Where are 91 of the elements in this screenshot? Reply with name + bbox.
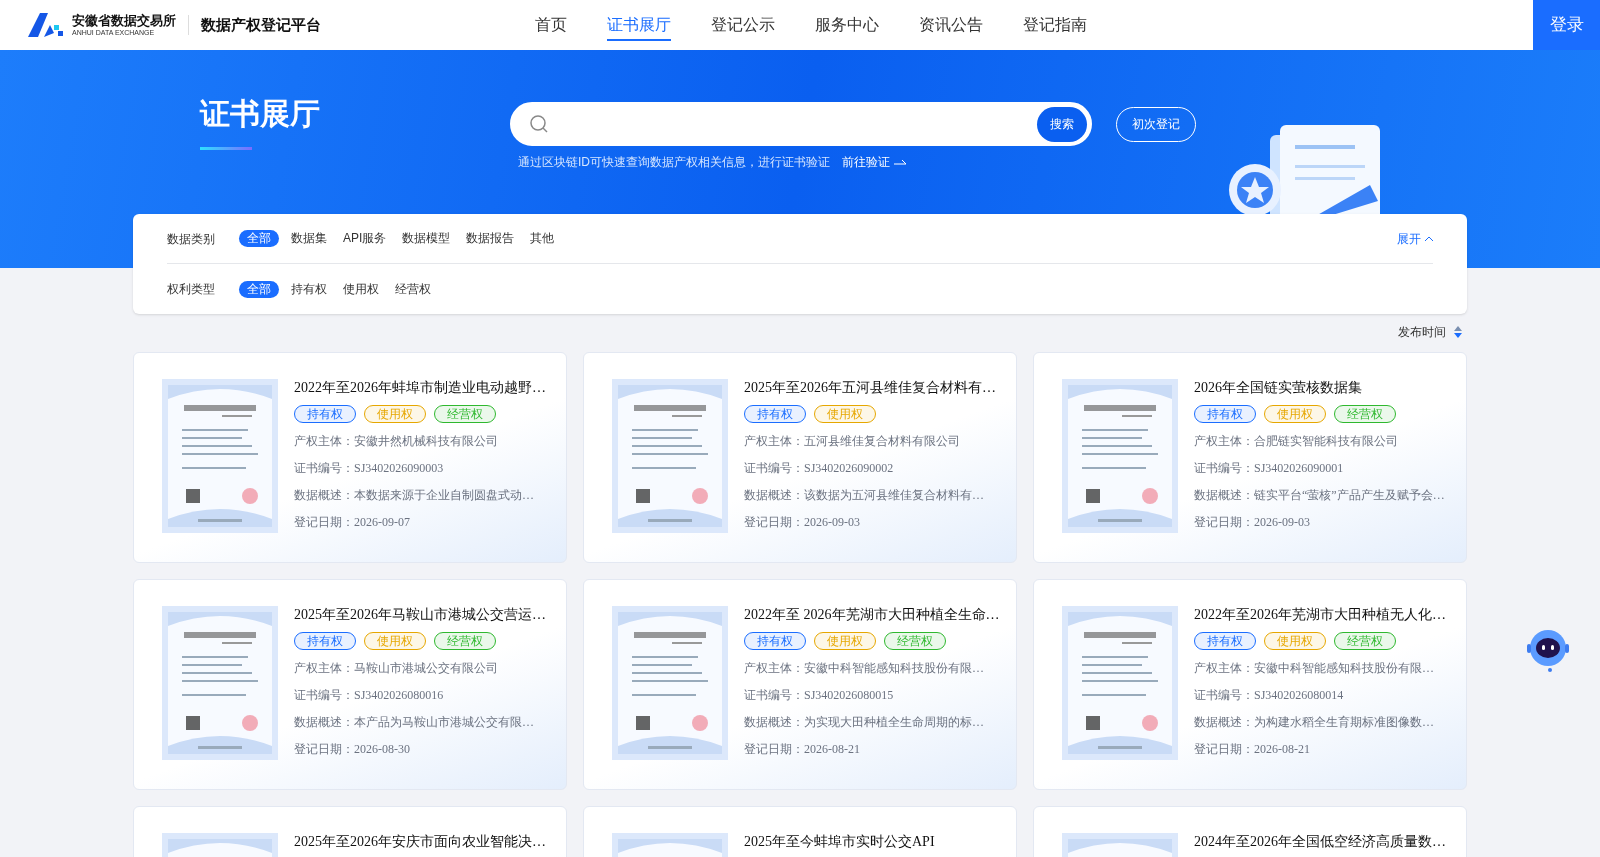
filter-option[interactable]: 其他	[526, 230, 559, 247]
card-info-text: 产权主体：五河县维佳复合材料有限公司	[744, 433, 961, 450]
logo-icon	[28, 13, 64, 37]
filter-option[interactable]: 数据模型	[398, 230, 455, 247]
card-info-text: 登记日期：2026-08-21	[744, 741, 861, 758]
card-title: 2026年全国链实萤核数据集	[1194, 379, 1363, 397]
chevron-up-icon	[1425, 236, 1433, 241]
login-button[interactable]: 登录	[1533, 0, 1600, 50]
certificate-card[interactable]: 2024年至2026年全国低空经济高质量数…	[1033, 806, 1467, 857]
right-tag: 使用权	[1264, 632, 1326, 650]
card-title: 2025年至2026年五河县维佳复合材料有…	[744, 379, 996, 397]
card-info-text: 产权主体：合肥链实智能科技有限公司	[1194, 433, 1399, 450]
filter-option[interactable]: 持有权	[287, 280, 331, 298]
card-info-text: 数据概述：本数据来源于企业自制圆盘式动…	[294, 487, 535, 504]
card-title: 2022年至 2026年芜湖市大田种植全生命…	[744, 606, 1000, 624]
nav-tab[interactable]: 登记指南	[1023, 13, 1087, 41]
card-title: 2022年至2026年芜湖市大田种植无人化…	[1194, 606, 1446, 624]
search-hint: 通过区块链ID可快速查询数据产权相关信息，进行证书验证	[518, 154, 830, 171]
right-tag: 经营权	[434, 405, 496, 423]
certificate-card[interactable]: 2025年至2026年安庆市面向农业智能决…	[133, 806, 567, 857]
filter-option[interactable]: 经营权	[391, 280, 435, 298]
platform-name: 数据产权登记平台	[201, 14, 321, 35]
certificate-card[interactable]: 2022年至2026年蚌埠市制造业电动越野… 持有权 使用权 经营权 产权主体：安徽井然机械科技有限公司 证书编号：SJ3402026090003 数据概述：本数据来源于企业自制圆盘式动… 登记日期：2026-09-07	[133, 352, 567, 563]
right-tag: 持有权	[744, 405, 806, 423]
card-info-text: 产权主体：马鞍山市港城公交有限公司	[294, 660, 499, 677]
card-info-text: 证书编号：SJ3402026090002	[744, 460, 895, 477]
card-title: 2024年至2026年全国低空经济高质量数…	[1194, 833, 1446, 851]
expand-button[interactable]: 展开	[1397, 229, 1433, 248]
card-title: 2022年至2026年蚌埠市制造业电动越野…	[294, 379, 546, 397]
nav-tab[interactable]: 资讯公告	[919, 13, 983, 41]
right-tag: 持有权	[744, 632, 806, 650]
card-info-text: 数据概述：该数据为五河县维佳复合材料有…	[744, 487, 985, 504]
right-tag: 持有权	[294, 405, 356, 423]
sort-icon	[1454, 326, 1462, 338]
card-info-text: 数据概述：为实现大田种植全生命周期的标…	[744, 714, 985, 731]
card-info-text: 数据概述：为构建水稻全生育期标准图像数…	[1194, 714, 1435, 731]
certificate-card[interactable]: 2022年至 2026年芜湖市大田种植全生命… 持有权 使用权 经营权 产权主体：安徽中科智能感知科技股份有限… 证书编号：SJ3402026080015 数据概述：为实现大田种植全生命周期的标… 登记日期：2026-08-21	[583, 579, 1017, 790]
right-tag: 持有权	[1194, 632, 1256, 650]
card-info-text: 证书编号：SJ3402026080014	[1194, 687, 1345, 704]
right-tag: 持有权	[294, 632, 356, 650]
nav-tab[interactable]: 登记公示	[711, 13, 775, 41]
card-info-text: 数据概述：链实平台“萤核”产品产生及赋予会…	[1194, 487, 1445, 504]
search-icon	[529, 114, 549, 134]
right-tag: 经营权	[434, 632, 496, 650]
certificate-card[interactable]: 2022年至2026年芜湖市大田种植无人化… 持有权 使用权 经营权 产权主体：安徽中科智能感知科技股份有限… 证书编号：SJ3402026080014 数据概述：为构建水稻全生育期标准图像数… 登记日期：2026-08-21	[1033, 579, 1467, 790]
card-info-text: 登记日期：2026-09-03	[744, 514, 861, 531]
certificate-card[interactable]: 2025年至2026年五河县维佳复合材料有… 持有权 使用权 产权主体：五河县维佳复合材料有限公司 证书编号：SJ3402026090002 数据概述：该数据为五河县维佳复合材料有… 登记日期：2026-09-03	[583, 352, 1017, 563]
filter-option[interactable]: API服务	[339, 230, 391, 247]
nav-tab[interactable]: 首页	[535, 13, 567, 41]
right-tag: 使用权	[364, 405, 426, 423]
card-title: 2025年至2026年马鞍山市港城公交营运…	[294, 606, 546, 624]
card-info-text: 证书编号：SJ3402026090003	[294, 460, 445, 477]
right-tag: 使用权	[814, 405, 876, 423]
certificate-card[interactable]: 2025年至今蚌埠市实时公交API	[583, 806, 1017, 857]
card-info-text: 登记日期：2026-08-21	[1194, 741, 1311, 758]
right-tag: 使用权	[814, 632, 876, 650]
filter-option[interactable]: 全部	[239, 230, 279, 247]
right-tag: 经营权	[884, 632, 946, 650]
card-title: 2025年至2026年安庆市面向农业智能决…	[294, 833, 546, 851]
right-tag: 使用权	[1264, 405, 1326, 423]
filter-label: 权利类型	[167, 281, 216, 298]
page-title: 证书展厅	[200, 96, 321, 132]
card-info-text: 证书编号：SJ3402026090001	[1194, 460, 1345, 477]
search-field[interactable]: 搜索	[510, 102, 1092, 146]
right-tag: 经营权	[1334, 632, 1396, 650]
right-tag: 持有权	[1194, 405, 1256, 423]
filter-option[interactable]: 使用权	[339, 280, 383, 298]
card-info-text: 产权主体：安徽井然机械科技有限公司	[294, 433, 499, 450]
card-info-text: 数据概述：本产品为马鞍山市港城公交有限…	[294, 714, 535, 731]
card-info-text: 产权主体：安徽中科智能感知科技股份有限…	[744, 660, 985, 677]
nav-tab[interactable]: 证书展厅	[607, 13, 671, 41]
card-info-text: 登记日期：2026-09-07	[294, 514, 411, 531]
card-info-text: 证书编号：SJ3402026080015	[744, 687, 895, 704]
right-tag: 使用权	[364, 632, 426, 650]
card-info-text: 登记日期：2026-08-30	[294, 741, 411, 758]
nav-tab[interactable]: 服务中心	[815, 13, 879, 41]
filter-label: 数据类别	[167, 230, 216, 248]
card-info-text: 证书编号：SJ3402026080016	[294, 687, 445, 704]
card-info-text: 登记日期：2026-09-03	[1194, 514, 1311, 531]
search-button[interactable]: 搜索	[1037, 106, 1087, 142]
verify-link[interactable]: 前往验证	[842, 153, 906, 171]
card-title: 2025年至今蚌埠市实时公交API	[744, 833, 935, 851]
sort-button[interactable]: 发布时间	[1398, 323, 1462, 341]
filter-option[interactable]: 全部	[239, 280, 279, 298]
filter-option[interactable]: 数据报告	[462, 230, 519, 247]
card-info-text: 产权主体：安徽中科智能感知科技股份有限…	[1194, 660, 1435, 677]
right-tag: 经营权	[1334, 405, 1396, 423]
certificate-card[interactable]: 2026年全国链实萤核数据集 持有权 使用权 经营权 产权主体：合肥链实智能科技有限公司 证书编号：SJ3402026090001 数据概述：链实平台“萤核”产品产生及赋予会… 登记日期：2026-09-03	[1033, 352, 1467, 563]
certificate-card[interactable]: 2025年至2026年马鞍山市港城公交营运… 持有权 使用权 经营权 产权主体：马鞍山市港城公交有限公司 证书编号：SJ3402026080016 数据概述：本产品为马鞍山市港城公交有限… 登记日期：2026-08-30	[133, 579, 567, 790]
filter-option[interactable]: 数据集	[287, 230, 331, 247]
logo-name: 安徽省数据交易所	[72, 14, 176, 27]
